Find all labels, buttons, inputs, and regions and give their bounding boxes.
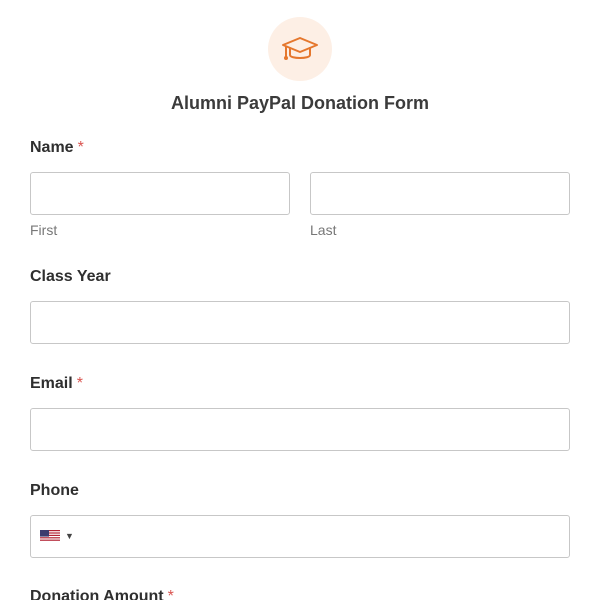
email-required-mark: *	[76, 375, 83, 392]
form-page: Alumni PayPal Donation Form Name * First …	[0, 0, 600, 600]
email-label: Email *	[30, 374, 83, 394]
last-name-input[interactable]	[310, 172, 570, 215]
email-input[interactable]	[30, 408, 570, 451]
form-logo	[268, 17, 332, 81]
name-label: Name *	[30, 138, 84, 158]
phone-input[interactable]: ▼	[30, 515, 570, 558]
caret-down-icon: ▼	[65, 531, 74, 541]
us-flag-icon	[40, 530, 60, 542]
last-name-sublabel: Last	[310, 222, 337, 238]
first-name-sublabel: First	[30, 222, 58, 238]
class-year-label: Class Year	[30, 268, 111, 285]
form-title: Alumni PayPal Donation Form	[170, 93, 430, 113]
first-name-input[interactable]	[30, 172, 290, 215]
phone-label: Phone	[30, 482, 79, 499]
name-label-text: Name	[30, 139, 74, 156]
donation-amount-required-mark: *	[167, 588, 174, 600]
donation-amount-label-text: Donation Amount	[30, 588, 164, 600]
email-label-text: Email	[30, 375, 73, 392]
name-required-mark: *	[77, 139, 84, 156]
class-year-input[interactable]	[30, 301, 570, 344]
donation-amount-label: Donation Amount *	[30, 587, 174, 600]
graduation-cap-icon	[282, 37, 318, 60]
country-selector[interactable]: ▼	[40, 530, 74, 542]
